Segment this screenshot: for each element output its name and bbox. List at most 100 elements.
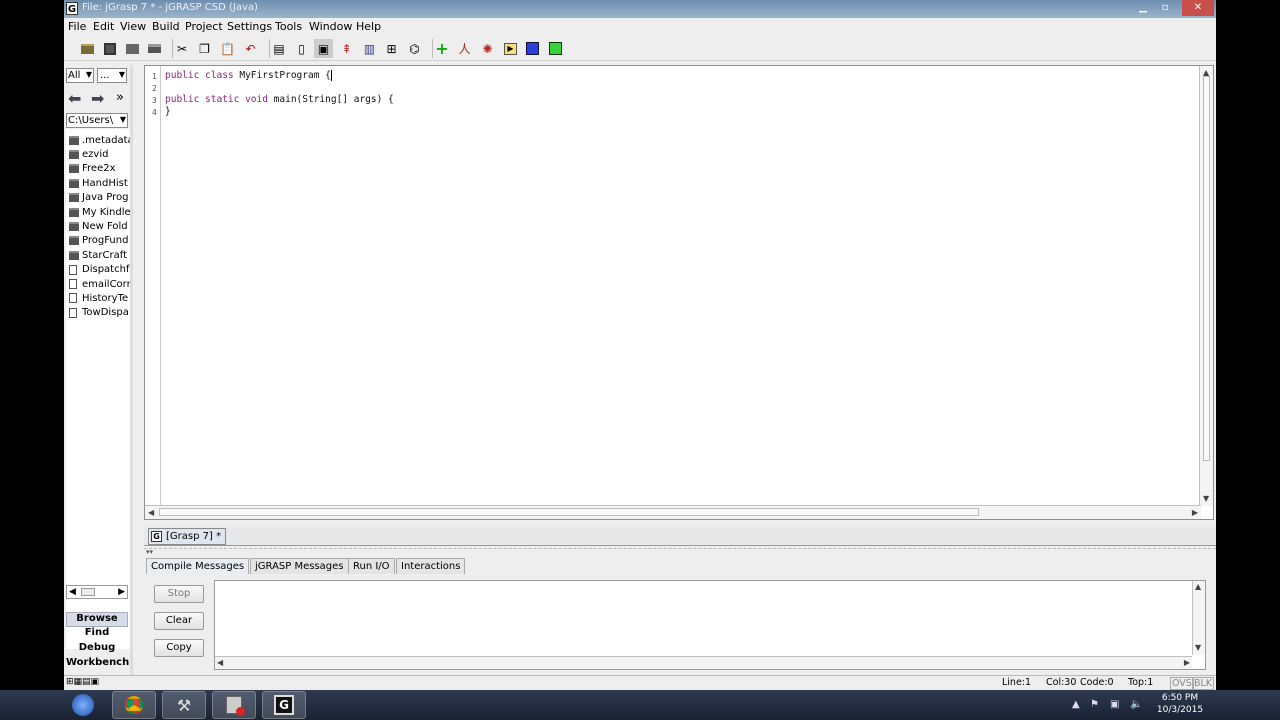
scroll-thumb[interactable]: [1203, 76, 1210, 461]
scroll-down-icon[interactable]: ▼: [1195, 643, 1201, 652]
scroll-left-icon[interactable]: ◀: [148, 508, 154, 517]
close-icon[interactable]: ✕: [1182, 0, 1214, 16]
filter-button[interactable]: ... ▼: [97, 68, 127, 83]
back-arrow-icon[interactable]: ⬅: [68, 89, 81, 108]
path-combo[interactable]: C:\Users\ ▼: [66, 113, 128, 128]
file-tab[interactable]: G [Grasp 7] *: [148, 528, 227, 545]
scroll-left-icon[interactable]: ◀: [69, 587, 76, 597]
editor-hscrollbar[interactable]: ◀ ▶: [145, 505, 1201, 519]
file-list-item[interactable]: New Fold: [69, 219, 128, 233]
scroll-right-icon[interactable]: ▶: [1184, 658, 1190, 667]
tab-interactions[interactable]: Interactions: [396, 558, 466, 574]
file-list-item[interactable]: HandHist: [69, 176, 128, 190]
folder-icon: [69, 164, 79, 174]
file-list-item[interactable]: emailCorr: [69, 277, 130, 291]
minimize-icon[interactable]: ▁: [1132, 0, 1154, 16]
open-icon[interactable]: [78, 39, 97, 58]
tab-run-io[interactable]: Run I/O: [348, 558, 395, 574]
stop-blue-icon[interactable]: [523, 39, 542, 58]
filter-select[interactable]: All ▼: [66, 68, 94, 83]
network-icon[interactable]: ▣: [1110, 699, 1119, 710]
clear-button[interactable]: Clear: [154, 612, 204, 630]
cut-icon[interactable]: ✂: [172, 39, 191, 58]
flag-icon[interactable]: ⚑: [1090, 699, 1099, 710]
line-number: 4: [152, 108, 157, 117]
scroll-thumb[interactable]: [159, 508, 979, 516]
collapse-arrows-icon[interactable]: ▾▾: [146, 548, 153, 556]
scroll-left-icon[interactable]: ◀: [217, 658, 223, 667]
jgrasp-icon[interactable]: G: [262, 691, 306, 719]
menu-project[interactable]: Project: [185, 20, 223, 33]
file-list-item[interactable]: ezvid: [69, 147, 108, 161]
status-ovs[interactable]: OVS: [1170, 677, 1194, 690]
menu-settings[interactable]: Settings: [227, 20, 272, 33]
clock[interactable]: 6:50 PM 10/3/2015: [1150, 692, 1210, 716]
file-list-item[interactable]: HistoryTe: [69, 291, 128, 305]
tab-find[interactable]: Find: [66, 627, 128, 642]
stop-button[interactable]: Stop: [154, 585, 204, 603]
menu-help[interactable]: Help: [356, 20, 381, 33]
book-icon[interactable]: ⌬: [405, 39, 424, 58]
more-arrows-icon[interactable]: »: [116, 90, 124, 105]
file-list-item[interactable]: Free2x: [69, 162, 116, 176]
tab-workbench[interactable]: Workbench: [66, 657, 129, 672]
file-list-item[interactable]: My Kindle: [69, 205, 130, 219]
green-square-icon[interactable]: [546, 39, 565, 58]
menu-bar: File Edit View Build Project Settings To…: [64, 18, 1216, 50]
browser-hscrollbar[interactable]: ◀ ▶: [66, 585, 128, 599]
scroll-down-icon[interactable]: ▼: [1203, 494, 1209, 503]
tray-arrow-icon[interactable]: ▲: [1072, 699, 1080, 710]
media-icon[interactable]: [212, 691, 256, 719]
copy-button[interactable]: Copy: [154, 639, 204, 657]
chrome-icon[interactable]: [112, 691, 156, 719]
scroll-up-icon[interactable]: ▲: [1195, 582, 1201, 591]
run-person-icon[interactable]: 人: [455, 39, 474, 58]
page3-icon[interactable]: ▣: [314, 39, 333, 58]
menu-view[interactable]: View: [120, 20, 146, 33]
tab-compile-messages[interactable]: Compile Messages: [146, 558, 250, 574]
debug-bug-icon[interactable]: ✺: [478, 39, 497, 58]
tab-browse[interactable]: Browse: [66, 612, 128, 627]
pin-icon[interactable]: ⇞: [337, 39, 356, 58]
scroll-right-icon[interactable]: ▶: [118, 587, 125, 597]
tree-icon[interactable]: ⊞: [382, 39, 401, 58]
file-list-item[interactable]: .metadata: [69, 133, 130, 147]
forward-arrow-icon[interactable]: ➡: [91, 89, 104, 108]
scroll-thumb[interactable]: [81, 588, 95, 596]
save-icon[interactable]: [100, 39, 119, 58]
undo-icon[interactable]: ↶: [241, 39, 260, 58]
menu-edit[interactable]: Edit: [93, 20, 114, 33]
paste-icon[interactable]: 📋: [218, 39, 237, 58]
file-list-item[interactable]: TowDispa: [69, 306, 129, 320]
file-list-item[interactable]: Java Prog: [69, 191, 129, 205]
scroll-right-icon[interactable]: ▶: [1192, 508, 1198, 517]
file-list-item[interactable]: Dispatchf: [69, 263, 129, 277]
page-icon[interactable]: ▤: [269, 39, 288, 58]
menu-tools[interactable]: Tools: [275, 20, 302, 33]
editor-vscrollbar[interactable]: ▲ ▼: [1199, 66, 1213, 506]
browser-splitter[interactable]: [130, 65, 133, 675]
status-blk[interactable]: BLK: [1192, 677, 1215, 690]
folder-icon[interactable]: [123, 39, 142, 58]
dev-tool-icon[interactable]: ⚒: [162, 691, 206, 719]
output-vscrollbar[interactable]: ▲ ▼: [1192, 581, 1205, 655]
volume-icon[interactable]: 🔈: [1130, 699, 1142, 710]
compile-output-area[interactable]: ▲ ▼ ◀ ▶: [214, 580, 1206, 670]
copy-icon[interactable]: ❐: [195, 39, 214, 58]
maximize-icon[interactable]: ▫: [1154, 0, 1176, 16]
page2-icon[interactable]: ▯: [292, 39, 311, 58]
compile-plus-icon[interactable]: +: [432, 39, 451, 58]
file-list-item[interactable]: ProgFund: [69, 234, 128, 248]
menu-file[interactable]: File: [68, 20, 86, 33]
menu-window[interactable]: Window: [309, 20, 352, 33]
file-list-item[interactable]: StarCraft: [69, 248, 127, 262]
tab-jgrasp-messages[interactable]: jGRASP Messages: [250, 558, 349, 574]
tab-debug[interactable]: Debug: [66, 642, 128, 657]
chart-icon[interactable]: ▥: [360, 39, 379, 58]
output-hscrollbar[interactable]: ◀ ▶: [215, 656, 1192, 669]
code-editor[interactable]: 1 2 3 4 public class MyFirstProgram { pu…: [144, 65, 1214, 520]
play-icon[interactable]: ▶: [501, 39, 520, 58]
print-icon[interactable]: [145, 39, 164, 58]
windows-start-icon[interactable]: [64, 691, 102, 719]
menu-build[interactable]: Build: [152, 20, 180, 33]
